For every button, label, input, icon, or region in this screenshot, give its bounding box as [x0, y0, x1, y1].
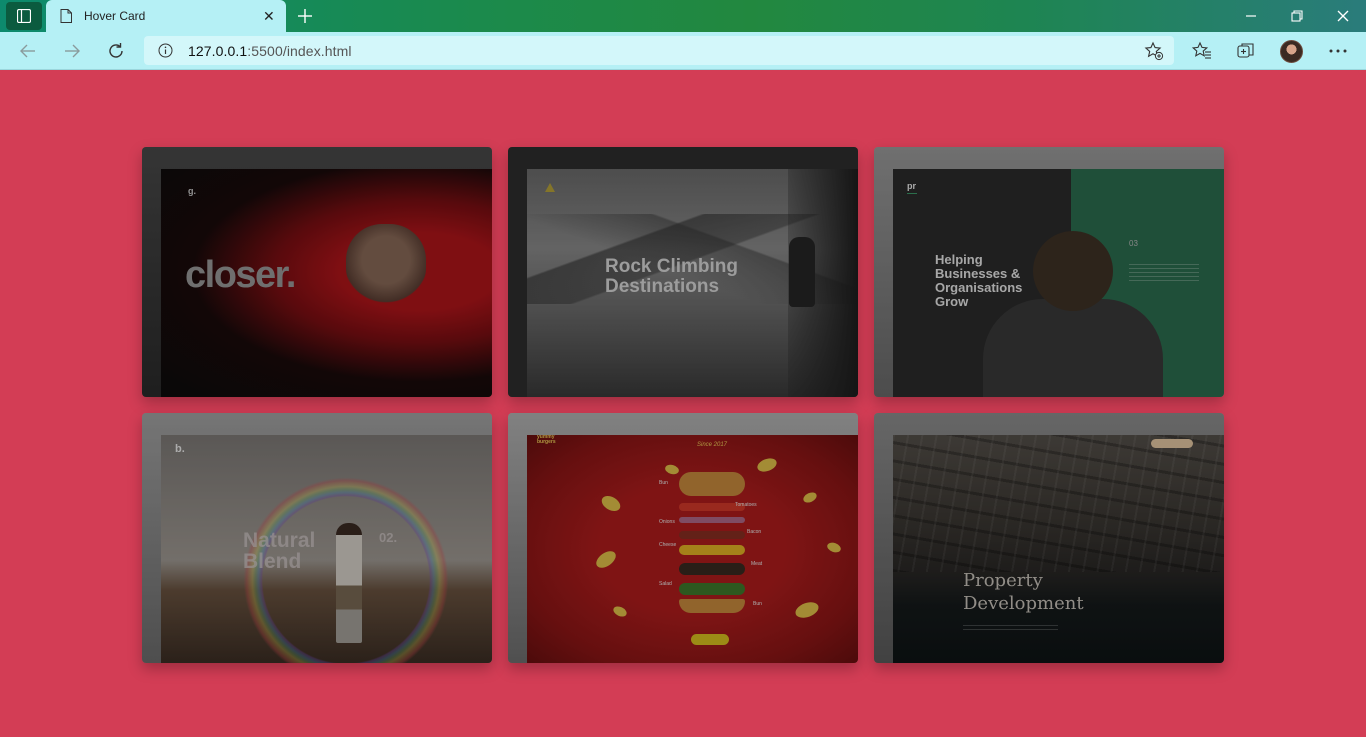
avatar[interactable] [1280, 40, 1303, 63]
window-close-icon [1337, 10, 1349, 22]
ingredient-label: Tomatoes [735, 502, 757, 508]
chip-shape [611, 604, 629, 619]
hover-card-5[interactable]: yummy burgers Since 2017 Bun Tomatoes On… [508, 413, 858, 663]
address-bar[interactable]: 127.0.0.1:5500/index.html [144, 36, 1174, 65]
url-text[interactable]: 127.0.0.1:5500/index.html [188, 43, 352, 59]
chip-shape [825, 540, 843, 555]
chip-shape [664, 463, 680, 476]
card-3-logo: pr [907, 181, 916, 191]
chip-shape [755, 455, 779, 475]
refresh-icon[interactable] [106, 41, 126, 61]
paragraph-lines [1129, 264, 1199, 284]
paragraph-lines [963, 625, 1058, 633]
browser-titlebar: Hover Card ✕ [0, 0, 1366, 32]
card-5-image: yummy burgers Since 2017 Bun Tomatoes On… [527, 435, 858, 663]
ingredient-label: Cheese [659, 542, 677, 548]
page-icon [60, 9, 72, 23]
card-6-title-line-1: Property [963, 570, 1043, 591]
ingredient-label: Onions [659, 519, 675, 525]
forward-icon[interactable] [62, 41, 82, 61]
add-favorite-icon[interactable] [1144, 41, 1164, 61]
climber-shape [789, 237, 815, 307]
hover-card-1[interactable]: g. closer. [142, 147, 492, 397]
card-2-image: Rock Climbing Destinations [527, 169, 858, 397]
minimize-button[interactable] [1228, 0, 1274, 32]
card-6-cta-button [1151, 439, 1193, 448]
triangle-logo-icon [545, 183, 555, 192]
card-2-title: Rock Climbing Destinations [605, 257, 738, 297]
card-5-cta-button [691, 634, 729, 645]
face-shape [346, 224, 426, 304]
card-6-title: Property Development [963, 569, 1084, 615]
card-3-number: 03 [1129, 239, 1138, 248]
ingredient-label: Salad [659, 581, 672, 587]
sidebar-icon [17, 9, 31, 23]
favorites-icon[interactable] [1191, 40, 1213, 62]
card-2-title-line-1: Rock Climbing [605, 256, 739, 277]
hover-card-4[interactable]: b. Natural Blend 02. [142, 413, 492, 663]
hover-card-2[interactable]: Rock Climbing Destinations [508, 147, 858, 397]
card-4-title: Natural Blend [243, 530, 315, 572]
minimize-icon [1246, 15, 1256, 17]
card-3-image: pr Helping Businesses & Organisations Gr… [893, 169, 1224, 397]
chip-shape [793, 599, 821, 621]
person-body-shape [983, 299, 1163, 397]
url-host: 127.0.0.1 [188, 43, 248, 59]
card-1-title: closer. [185, 254, 296, 296]
cheese-shape [679, 545, 745, 555]
back-icon[interactable] [18, 41, 38, 61]
card-5-logo-line-2: burgers [537, 439, 556, 445]
collections-icon[interactable] [1235, 40, 1257, 62]
person-shape [336, 523, 362, 643]
tab-title: Hover Card [84, 9, 146, 23]
plus-icon[interactable] [294, 5, 316, 27]
card-1-image: g. closer. [161, 169, 492, 397]
city-aerial-shape [893, 435, 1224, 572]
restore-button[interactable] [1274, 0, 1320, 32]
url-path: :5500/index.html [247, 43, 352, 59]
card-4-logo: b. [175, 443, 185, 455]
card-6-image: Property Development [893, 435, 1224, 663]
card-1-logo: g. [188, 186, 196, 196]
card-4-title-line-1: Natural [243, 529, 316, 552]
person-head-shape [1033, 231, 1113, 311]
ingredient-label: Bun [659, 480, 668, 486]
bacon-shape [679, 531, 745, 539]
card-4-number: 02. [379, 530, 398, 545]
card-4-title-line-2: Blend [243, 550, 302, 573]
ingredient-label: Bun [753, 601, 762, 607]
close-icon[interactable]: ✕ [263, 8, 275, 24]
more-icon[interactable] [1327, 40, 1349, 62]
chip-shape [801, 490, 819, 505]
browser-toolbar: 127.0.0.1:5500/index.html [0, 32, 1366, 70]
salad-shape [679, 583, 745, 595]
tab-hover-card[interactable]: Hover Card ✕ [46, 0, 286, 32]
meat-shape [679, 563, 745, 575]
ingredient-label: Meat [751, 561, 763, 567]
card-4-image: b. Natural Blend 02. [161, 435, 492, 663]
ingredient-label: Bacon [747, 529, 762, 535]
card-6-title-line-2: Development [963, 593, 1084, 614]
chip-shape [593, 547, 619, 572]
card-5-logo: yummy burgers [537, 435, 556, 445]
card-2-title-line-2: Destinations [605, 276, 720, 297]
info-icon[interactable] [158, 43, 173, 58]
bun-bottom-shape [679, 599, 745, 613]
card-3-title: Helping Businesses & Organisations Grow [935, 252, 1023, 309]
restore-icon [1291, 10, 1303, 22]
card-5-since: Since 2017 [697, 442, 728, 448]
logo-underline [907, 193, 917, 194]
onion-shape [679, 517, 745, 523]
chip-shape [599, 492, 623, 515]
hover-card-6[interactable]: Property Development [874, 413, 1224, 663]
window-close-button[interactable] [1320, 0, 1366, 32]
bun-top-shape [679, 472, 745, 496]
hover-card-3[interactable]: pr Helping Businesses & Organisations Gr… [874, 147, 1224, 397]
sidebar-toggle-button[interactable] [6, 2, 42, 30]
